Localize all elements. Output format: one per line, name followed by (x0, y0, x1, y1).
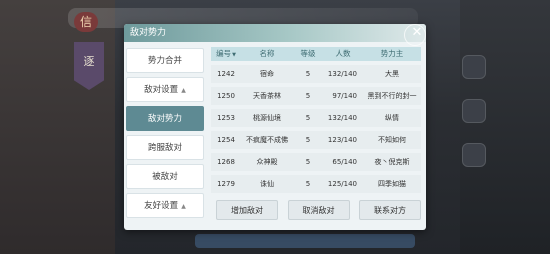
cell-id: 1250 (217, 92, 235, 100)
table-row[interactable]: 1253 桃源仙境 5 132/140 纵情 (211, 109, 421, 127)
sidebar-item-hostile-settings[interactable]: 敌对设置 ▲ (126, 77, 204, 102)
background-title-badge: 信 (74, 12, 98, 32)
cell-level: 5 (305, 92, 311, 100)
column-header-name[interactable]: 名称 (241, 47, 293, 61)
cell-leader: 纵情 (385, 114, 399, 122)
sidebar-item-label: 被敌对 (152, 172, 178, 182)
cell-id: 1254 (217, 136, 235, 144)
cell-leader: 大黑 (385, 70, 399, 78)
sidebar-item-label: 友好设置 (144, 201, 179, 211)
dialog-footer: 增加敌对 取消敌对 联系对方 (216, 200, 421, 220)
cancel-hostile-button[interactable]: 取消敌对 (287, 200, 350, 220)
cell-name: 不疯魔不成佛 (246, 136, 288, 144)
cell-name: 天香茶林 (253, 92, 281, 100)
close-button[interactable]: ✕ (404, 24, 426, 46)
cell-id: 1242 (217, 70, 235, 78)
dialog-title: 敌对势力 (130, 28, 167, 38)
column-header-members[interactable]: 人数 (323, 47, 363, 61)
contact-button[interactable]: 联系对方 (359, 200, 421, 220)
sidebar-item-friendly-settings[interactable]: 友好设置 ▲ (126, 193, 204, 218)
column-header-level[interactable]: 等级 (293, 47, 323, 61)
cell-level: 5 (305, 136, 311, 144)
column-header-leader[interactable]: 势力主 (363, 47, 421, 61)
cell-members: 65/140 (332, 158, 357, 166)
chevron-up-icon: ▲ (181, 87, 186, 94)
sidebar-item-being-hostile[interactable]: 被敌对 (126, 164, 204, 189)
cell-level: 5 (305, 180, 311, 188)
cell-members: 123/140 (327, 136, 357, 144)
cell-id: 1279 (217, 180, 235, 188)
sidebar-item-label: 敌对势力 (147, 114, 182, 124)
background-icon (462, 143, 486, 167)
cell-members: 132/140 (327, 70, 357, 78)
cell-name: 诛仙 (260, 180, 274, 188)
table-header: 编号▼ 名称 等级 人数 势力主 (211, 47, 421, 61)
sidebar-item-merge[interactable]: 势力合并 (126, 48, 204, 73)
cell-leader: 四季如猫 (378, 180, 406, 188)
cell-id: 1268 (217, 158, 235, 166)
cell-level: 5 (305, 114, 311, 122)
cell-leader: 不知如何 (378, 136, 406, 144)
dialog-titlebar: 敌对势力 (124, 24, 426, 42)
column-header-label: 编号 (216, 49, 232, 58)
hostile-forces-table: 编号▼ 名称 等级 人数 势力主 1242 宿命 5 132/140 大黑 12… (211, 47, 421, 193)
table-row[interactable]: 1268 众神殿 5 65/140 夜丶倪克斯 (211, 153, 421, 171)
table-row[interactable]: 1250 天香茶林 5 97/140 黑到不行的封一 (211, 87, 421, 105)
table-row[interactable]: 1254 不疯魔不成佛 5 123/140 不知如何 (211, 131, 421, 149)
cell-members: 97/140 (332, 92, 357, 100)
sidebar-item-hostile-forces[interactable]: 敌对势力 (126, 106, 204, 131)
sidebar: 势力合并 敌对设置 ▲ 敌对势力 跨服敌对 被敌对 友好设置 ▲ (126, 48, 206, 222)
background-left-panel (0, 0, 115, 254)
cell-members: 125/140 (327, 180, 357, 188)
cell-members: 132/140 (327, 114, 357, 122)
close-ring (404, 24, 426, 46)
sidebar-item-cross-server-hostile[interactable]: 跨服敌对 (126, 135, 204, 160)
sidebar-item-label: 跨服敌对 (147, 143, 182, 153)
cell-leader: 黑到不行的封一 (367, 92, 417, 100)
sort-desc-icon: ▼ (232, 52, 236, 58)
cell-id: 1253 (217, 114, 235, 122)
cell-name: 宿命 (260, 70, 274, 78)
add-hostile-button[interactable]: 增加敌对 (216, 200, 278, 220)
chevron-up-icon: ▲ (181, 203, 186, 210)
table-row[interactable]: 1242 宿命 5 132/140 大黑 (211, 65, 421, 83)
background-icon (462, 55, 486, 79)
background-emblem: 逐 (74, 42, 104, 90)
column-header-id[interactable]: 编号▼ (211, 47, 241, 61)
hostile-forces-dialog: 敌对势力 ✕ 势力合并 敌对设置 ▲ 敌对势力 跨服敌对 被敌对 友好设置 ▲ 编号… (124, 24, 426, 230)
cell-level: 5 (305, 70, 311, 78)
background-icon (462, 99, 486, 123)
table-row[interactable]: 1279 诛仙 5 125/140 四季如猫 (211, 175, 421, 193)
cell-leader: 夜丶倪克斯 (374, 158, 410, 166)
cell-level: 5 (305, 158, 311, 166)
background-side-icons (462, 55, 490, 187)
sidebar-item-label: 势力合并 (147, 56, 182, 66)
sidebar-item-label: 敌对设置 (144, 85, 179, 95)
cell-name: 桃源仙境 (253, 114, 281, 122)
background-bottom-bar (195, 234, 415, 248)
cell-name: 众神殿 (256, 158, 278, 166)
